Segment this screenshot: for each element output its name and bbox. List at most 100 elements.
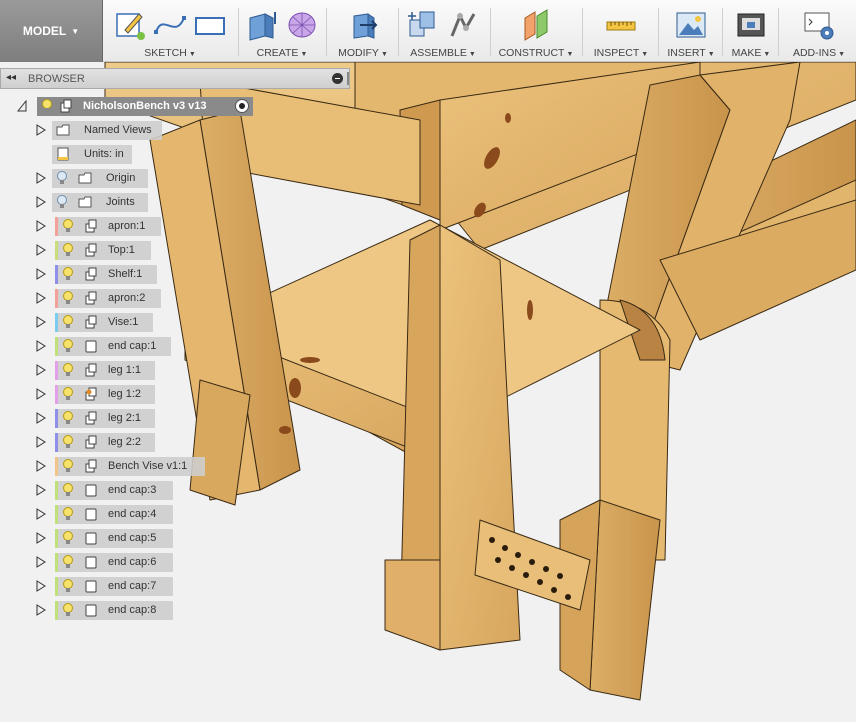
expand-right-icon[interactable] (36, 244, 46, 256)
expand-right-icon[interactable] (36, 508, 46, 520)
color-strip (55, 456, 58, 476)
visibility-bulb-icon[interactable] (62, 291, 74, 305)
browser-node-units[interactable]: Units: in (52, 144, 132, 164)
browser-node-leg-1-2[interactable]: leg 1:2 (55, 384, 155, 404)
expand-right-icon[interactable] (36, 388, 46, 400)
press-pull-icon[interactable] (346, 8, 380, 42)
expand-down-icon[interactable] (17, 100, 27, 112)
visibility-bulb-icon[interactable] (62, 267, 74, 281)
browser-node-leg-2-1[interactable]: leg 2:1 (55, 408, 155, 428)
browser-node-end-cap-4[interactable]: end cap:4 (55, 504, 173, 524)
component-icon (85, 267, 97, 281)
expand-right-icon[interactable] (36, 556, 46, 568)
collapse-panel-icon[interactable]: ◂◂ (6, 72, 16, 83)
browser-node-origin[interactable]: Origin (52, 168, 148, 188)
visibility-bulb-icon[interactable] (62, 363, 74, 377)
visibility-bulb-icon[interactable] (62, 243, 74, 257)
expand-right-icon[interactable] (36, 220, 46, 232)
visibility-bulb-icon[interactable] (62, 459, 74, 473)
activate-radio[interactable] (235, 99, 249, 113)
expand-right-icon[interactable] (36, 436, 46, 448)
expand-right-icon[interactable] (36, 292, 46, 304)
visibility-bulb-icon[interactable] (62, 555, 74, 569)
component-icon (85, 315, 97, 329)
visibility-bulb-icon[interactable] (62, 483, 74, 497)
color-strip (55, 576, 58, 596)
main-toolbar: MODEL ▼ SKETCH ▼ CREATE ▼ MODIFY ▼ ASSEM… (0, 0, 856, 62)
visibility-bulb-icon[interactable] (62, 603, 74, 617)
color-strip (55, 264, 58, 284)
browser-node-joints[interactable]: Joints (52, 192, 148, 212)
expand-right-icon[interactable] (36, 364, 46, 376)
expand-right-icon[interactable] (36, 340, 46, 352)
form-icon[interactable] (285, 8, 319, 42)
visibility-bulb-icon[interactable] (56, 171, 68, 185)
create-menu[interactable]: CREATE ▼ (240, 47, 324, 59)
expand-right-icon[interactable] (36, 196, 46, 208)
visibility-bulb-icon[interactable] (62, 219, 74, 233)
make-menu[interactable]: MAKE ▼ (726, 47, 776, 59)
browser-node-end-cap-8[interactable]: end cap:8 (55, 600, 173, 620)
offset-plane-icon[interactable] (519, 8, 553, 42)
browser-node-end-cap-5[interactable]: end cap:5 (55, 528, 173, 548)
create-sketch-icon[interactable] (113, 8, 147, 42)
color-strip (55, 408, 58, 428)
insert-menu[interactable]: INSERT ▼ (662, 47, 720, 59)
new-component-icon[interactable] (406, 8, 440, 42)
expand-right-icon[interactable] (36, 412, 46, 424)
visibility-bulb-icon[interactable] (41, 99, 53, 113)
browser-node-apron-1[interactable]: apron:1 (55, 216, 161, 236)
extrude-icon[interactable] (245, 8, 279, 42)
expand-right-icon[interactable] (36, 124, 46, 136)
visibility-bulb-icon[interactable] (62, 507, 74, 521)
browser-node-end-cap-6[interactable]: end cap:6 (55, 552, 173, 572)
visibility-bulb-icon[interactable] (62, 387, 74, 401)
scripts-addins-icon[interactable] (802, 8, 836, 42)
expand-right-icon[interactable] (36, 604, 46, 616)
assemble-menu[interactable]: ASSEMBLE ▼ (402, 47, 484, 59)
browser-node-named-views[interactable]: Named Views (52, 120, 162, 140)
browser-node-end-cap-3[interactable]: end cap:3 (55, 480, 173, 500)
browser-node-leg-2-2[interactable]: leg 2:2 (55, 432, 155, 452)
browser-node-end-cap-1[interactable]: end cap:1 (55, 336, 171, 356)
expand-right-icon[interactable] (36, 532, 46, 544)
inspect-menu[interactable]: INSPECT ▼ (586, 47, 656, 59)
sketch-menu[interactable]: SKETCH ▼ (106, 47, 234, 59)
modify-menu[interactable]: MODIFY ▼ (330, 47, 396, 59)
workspace-switcher[interactable]: MODEL ▼ (0, 0, 103, 62)
expand-right-icon[interactable] (36, 172, 46, 184)
visibility-bulb-icon[interactable] (62, 531, 74, 545)
browser-node-top-1[interactable]: Top:1 (55, 240, 151, 260)
root-component[interactable]: NicholsonBench v3 v13 (37, 96, 253, 116)
rectangle-icon[interactable] (193, 8, 227, 42)
color-strip (55, 288, 58, 308)
browser-node-vise-1[interactable]: Vise:1 (55, 312, 153, 332)
visibility-bulb-icon[interactable] (62, 435, 74, 449)
measure-icon[interactable] (604, 8, 638, 42)
expand-right-icon[interactable] (36, 580, 46, 592)
minimize-browser-button[interactable] (332, 73, 343, 84)
expand-right-icon[interactable] (36, 268, 46, 280)
browser-node-apron-2[interactable]: apron:2 (55, 288, 161, 308)
browser-node-bench-vise[interactable]: Bench Vise v1:1 (55, 456, 205, 476)
expand-right-icon[interactable] (36, 316, 46, 328)
joint-icon[interactable] (446, 8, 480, 42)
panel-resize-handle[interactable] (347, 72, 349, 85)
insert-image-icon[interactable] (674, 8, 708, 42)
expand-right-icon[interactable] (36, 484, 46, 496)
3d-print-icon[interactable] (734, 8, 768, 42)
browser-node-shelf-1[interactable]: Shelf:1 (55, 264, 157, 284)
visibility-bulb-icon[interactable] (62, 315, 74, 329)
browser-node-end-cap-7[interactable]: end cap:7 (55, 576, 173, 596)
visibility-bulb-icon[interactable] (62, 579, 74, 593)
browser-title: BROWSER (28, 73, 85, 85)
color-strip (55, 600, 58, 620)
visibility-bulb-icon[interactable] (62, 339, 74, 353)
visibility-bulb-icon[interactable] (56, 195, 68, 209)
construct-menu[interactable]: CONSTRUCT ▼ (494, 47, 578, 59)
browser-node-leg-1-1[interactable]: leg 1:1 (55, 360, 155, 380)
spline-icon[interactable] (153, 8, 187, 42)
expand-right-icon[interactable] (36, 460, 46, 472)
add-ins-menu[interactable]: ADD-INS ▼ (782, 47, 856, 59)
visibility-bulb-icon[interactable] (62, 411, 74, 425)
